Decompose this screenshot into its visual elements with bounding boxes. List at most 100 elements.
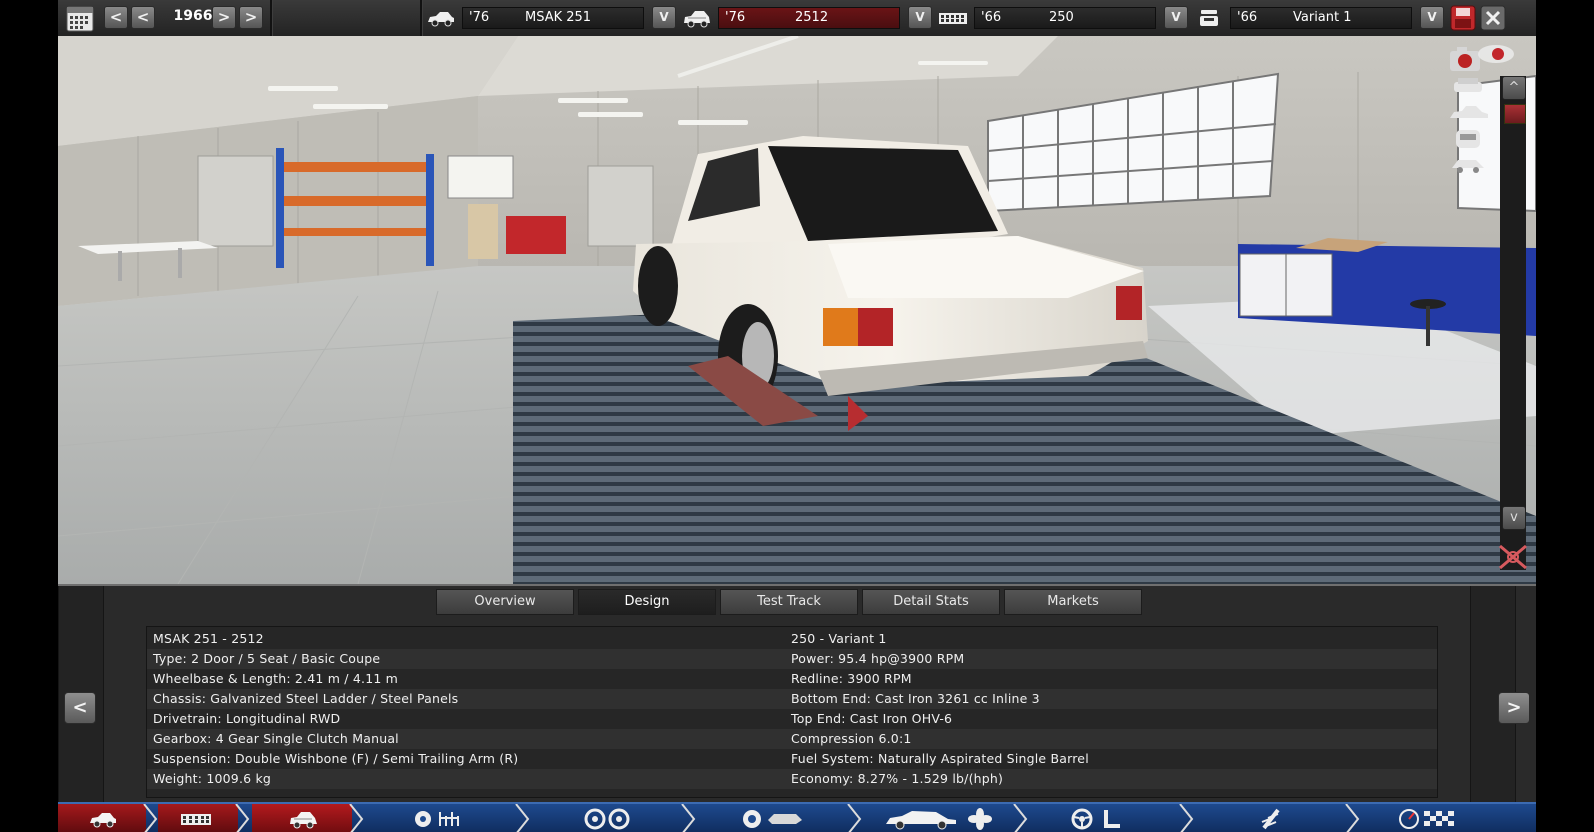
trim-body-icon	[290, 812, 317, 829]
nav-step-trim-body[interactable]	[252, 804, 352, 832]
model-year: '76	[469, 10, 490, 25]
car-spec: Wheelbase & Length: 2.41 m / 4.11 m	[153, 671, 399, 686]
nav-step-interior[interactable]	[1030, 804, 1180, 832]
toolbar-divider	[420, 0, 423, 36]
nav-step-testing[interactable]	[1196, 804, 1346, 832]
model-name: MSAK 251	[525, 10, 592, 25]
spec-row: Drivetrain: Longitudinal RWD Top End: Ca…	[147, 709, 1437, 729]
engine-spec: Economy: 8.27% - 1.529 lb/(hph)	[791, 771, 1004, 786]
car-front-view-icon[interactable]	[1446, 74, 1492, 100]
spec-row: Chassis: Galvanized Steel Ladder / Steel…	[147, 689, 1437, 709]
current-year: 1966	[173, 8, 213, 24]
engine-spec: Power: 95.4 hp@3900 RPM	[791, 651, 965, 666]
spec-table: MSAK 251 - 2512 250 - Variant 1 Type: 2 …	[146, 626, 1438, 798]
car-model-icon	[90, 813, 116, 828]
model-dropdown-button[interactable]: V	[652, 6, 676, 29]
zoom-out-button[interactable]: v	[1502, 506, 1526, 530]
car-spec: Type: 2 Door / 5 Seat / Basic Coupe	[153, 651, 381, 666]
eye-icon[interactable]	[1476, 42, 1516, 66]
trim-name: 2512	[795, 10, 829, 25]
reset-view-icon[interactable]	[1496, 542, 1530, 572]
engine-family-dropdown-button[interactable]: V	[1164, 6, 1188, 29]
engine-spec: Top End: Cast Iron OHV-6	[791, 711, 953, 726]
trim-icon	[682, 8, 712, 28]
car-body-icon	[426, 8, 456, 28]
nav-step-wheels[interactable]	[532, 804, 682, 832]
previous-car-button[interactable]: <	[64, 692, 96, 724]
year-forward-10-button[interactable]: >	[239, 6, 263, 29]
engine-variant-name: Variant 1	[1293, 10, 1352, 25]
engine-spec: 250 - Variant 1	[791, 631, 887, 646]
tab-markets[interactable]: Markets	[1004, 589, 1142, 615]
year-back-10-button[interactable]: <	[104, 6, 128, 29]
car-spec: Weight: 1009.6 kg	[153, 771, 272, 786]
car-spec: MSAK 251 - 2512	[153, 631, 264, 646]
wheels-icon	[584, 808, 630, 830]
car-side-view-icon[interactable]	[1446, 100, 1492, 126]
trim-select[interactable]: '76 2512	[718, 7, 900, 29]
engine-family-icon	[938, 8, 968, 28]
spec-row: Wheelbase & Length: 2.41 m / 4.11 m Redl…	[147, 669, 1437, 689]
engine-spec: Bottom End: Cast Iron 3261 cc Inline 3	[791, 691, 1040, 706]
zoom-scrollbar[interactable]	[1500, 76, 1526, 570]
car-rear-view-icon[interactable]	[1446, 152, 1492, 178]
year-back-1-button[interactable]: <	[131, 6, 155, 29]
info-panel: < > Overview Design Test Track Detail St…	[58, 584, 1536, 804]
engine-family-select[interactable]: '66 250	[974, 7, 1156, 29]
brakes-fixture-icon	[743, 810, 802, 828]
step-chevron-icon	[235, 804, 250, 832]
car-top-view-icon[interactable]	[1446, 126, 1492, 152]
step-chevron-icon	[515, 804, 530, 832]
nav-step-body-cooling[interactable]	[864, 804, 1014, 832]
engine-variant-icon	[1194, 8, 1224, 28]
zoom-in-button[interactable]: ^	[1502, 76, 1526, 100]
calendar-icon[interactable]	[66, 4, 94, 32]
spec-row: MSAK 251 - 2512 250 - Variant 1	[147, 629, 1437, 649]
engine-family-name: 250	[1049, 10, 1074, 25]
nav-step-suspension[interactable]	[366, 804, 516, 832]
interior-steering-icon	[1071, 808, 1120, 830]
step-chevron-icon	[349, 804, 364, 832]
nav-step-brakes-fixtures[interactable]	[698, 804, 848, 832]
tab-design[interactable]: Design	[578, 589, 716, 615]
tab-test-track[interactable]: Test Track	[720, 589, 858, 615]
save-icon[interactable]	[1450, 5, 1476, 31]
top-toolbar: < < 1966 > > '76 MSAK 251 V '76 2512 V '…	[58, 0, 1536, 37]
step-chevron-icon	[1179, 804, 1194, 832]
garage-scene	[58, 36, 1536, 584]
finish-gauge-icon	[1399, 809, 1454, 829]
spec-row: Type: 2 Door / 5 Seat / Basic Coupe Powe…	[147, 649, 1437, 669]
nav-step-finish[interactable]	[1362, 804, 1536, 832]
tab-detail-stats[interactable]: Detail Stats	[862, 589, 1000, 615]
engine-variant-select[interactable]: '66 Variant 1	[1230, 7, 1412, 29]
engine-spec: Fuel System: Naturally Aspirated Single …	[791, 751, 1089, 766]
close-icon[interactable]	[1480, 5, 1506, 31]
engine-spec: Compression 6.0:1	[791, 731, 912, 746]
step-chevron-icon	[847, 804, 862, 832]
car-3d-viewport[interactable]: ^ v	[58, 36, 1536, 584]
nav-step-car-model[interactable]	[58, 804, 146, 832]
engine-variant-year: '66	[1237, 10, 1258, 25]
car-body-cooling-icon	[886, 808, 992, 830]
trim-year: '76	[725, 10, 746, 25]
engine-spec: Redline: 3900 RPM	[791, 671, 912, 686]
year-forward-1-button[interactable]: >	[212, 6, 236, 29]
test-spring-icon	[1261, 808, 1280, 830]
step-chevron-icon	[1345, 804, 1360, 832]
step-chevron-icon	[681, 804, 696, 832]
nav-step-engine-block[interactable]	[158, 804, 238, 832]
car-spec: Chassis: Galvanized Steel Ladder / Steel…	[153, 691, 459, 706]
zoom-slider-thumb[interactable]	[1504, 104, 1526, 124]
car-spec: Drivetrain: Longitudinal RWD	[153, 711, 341, 726]
toolbar-divider	[270, 0, 273, 36]
model-select[interactable]: '76 MSAK 251	[462, 7, 644, 29]
trim-dropdown-button[interactable]: V	[908, 6, 932, 29]
engine-variant-dropdown-button[interactable]: V	[1420, 6, 1444, 29]
spec-row: Weight: 1009.6 kg Economy: 8.27% - 1.529…	[147, 769, 1437, 789]
car-spec: Gearbox: 4 Gear Single Clutch Manual	[153, 731, 399, 746]
car-spec: Suspension: Double Wishbone (F) / Semi T…	[153, 751, 519, 766]
spec-row: Suspension: Double Wishbone (F) / Semi T…	[147, 749, 1437, 769]
next-car-button[interactable]: >	[1498, 692, 1530, 724]
engine-block-icon	[181, 814, 211, 825]
tab-overview[interactable]: Overview	[436, 589, 574, 615]
